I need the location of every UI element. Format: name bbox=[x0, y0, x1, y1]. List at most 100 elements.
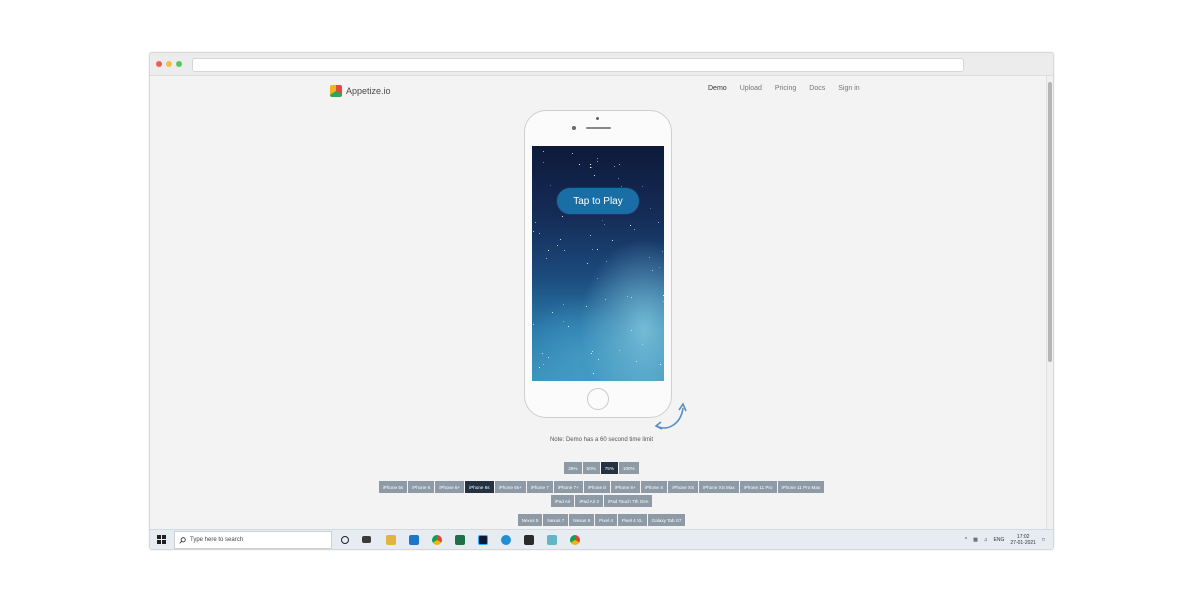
device-iphone-6s[interactable]: iPhone 6s bbox=[465, 481, 494, 493]
star bbox=[626, 296, 628, 298]
star bbox=[533, 323, 535, 325]
file-explorer-icon[interactable] bbox=[386, 535, 396, 545]
zoom-75-button[interactable]: 75% bbox=[600, 462, 618, 474]
system-tray: ^ ▩ ♫ ENG 17:02 27-01-2021 □ bbox=[965, 534, 1045, 546]
earpiece-speaker bbox=[586, 127, 611, 129]
star bbox=[542, 162, 544, 164]
star bbox=[586, 306, 588, 307]
star bbox=[605, 299, 607, 301]
star bbox=[629, 225, 631, 227]
star bbox=[641, 185, 643, 187]
device-iphone-11-pro-max[interactable]: iPhone 11 Pro Max bbox=[777, 481, 825, 493]
mail-icon[interactable] bbox=[409, 535, 419, 545]
star bbox=[650, 208, 652, 210]
device-ipad-air[interactable]: iPad Air bbox=[550, 495, 575, 507]
nav-upload[interactable]: Upload bbox=[740, 85, 762, 92]
nav-sign-in[interactable]: Sign in bbox=[838, 85, 859, 92]
device-iphone-8-plus[interactable]: iPhone 8+ bbox=[610, 481, 640, 493]
snipping-tool-icon[interactable] bbox=[547, 535, 557, 545]
star bbox=[648, 256, 650, 258]
device-iphone-6-plus[interactable]: iPhone 6+ bbox=[435, 481, 465, 493]
site-header: Appetize.io Demo Upload Pricing Docs Sig… bbox=[150, 76, 1053, 106]
device-iphone-xs[interactable]: iPhone XS bbox=[668, 481, 699, 493]
rotate-device-icon[interactable] bbox=[653, 398, 689, 434]
device-pixel-4-xl[interactable]: Pixel 4 XL bbox=[617, 514, 647, 526]
star bbox=[593, 175, 595, 177]
windows-start-icon[interactable] bbox=[157, 535, 167, 545]
device-nexus-9[interactable]: Nexus 9 bbox=[569, 514, 595, 526]
device-nexus-7[interactable]: Nexus 7 bbox=[543, 514, 569, 526]
star bbox=[546, 258, 548, 260]
star bbox=[590, 353, 592, 355]
star bbox=[641, 344, 643, 346]
device-iphone-7-plus[interactable]: iPhone 7+ bbox=[553, 481, 583, 493]
device-iphone-7[interactable]: iPhone 7 bbox=[526, 481, 553, 493]
taskbar-search-box[interactable]: Type here to search bbox=[174, 531, 332, 549]
edge-icon[interactable] bbox=[501, 535, 511, 545]
tap-to-play-button[interactable]: Tap to Play bbox=[557, 188, 639, 214]
device-frame: Tap to Play bbox=[524, 110, 672, 418]
star bbox=[618, 164, 620, 165]
site-logo[interactable]: Appetize.io bbox=[330, 81, 391, 101]
chrome-active-icon[interactable] bbox=[570, 535, 580, 545]
star bbox=[532, 230, 534, 232]
excel-icon[interactable] bbox=[455, 535, 465, 545]
device-row-iphone: iPhone 5s iPhone 6 iPhone 6+ iPhone 6s i… bbox=[150, 481, 1053, 493]
star bbox=[579, 164, 581, 166]
device-iphone-6[interactable]: iPhone 6 bbox=[408, 481, 435, 493]
maximize-window-button[interactable] bbox=[176, 61, 182, 67]
star bbox=[542, 150, 544, 152]
star bbox=[586, 262, 588, 264]
device-ipod-touch-7th-gen[interactable]: iPad Touch 7th Gen bbox=[604, 495, 653, 507]
photoshop-icon[interactable] bbox=[478, 535, 488, 545]
address-bar[interactable] bbox=[192, 58, 964, 72]
chevron-up-icon[interactable]: ^ bbox=[965, 537, 967, 543]
device-iphone-5s[interactable]: iPhone 5s bbox=[378, 481, 408, 493]
device-iphone-x[interactable]: iPhone X bbox=[640, 481, 668, 493]
network-icon[interactable]: ▩ bbox=[973, 537, 978, 543]
notifications-icon[interactable]: □ bbox=[1042, 537, 1045, 543]
nav-docs[interactable]: Docs bbox=[809, 85, 825, 92]
minimize-window-button[interactable] bbox=[166, 61, 172, 67]
star bbox=[592, 351, 594, 352]
device-nexus-5[interactable]: Nexus 5 bbox=[517, 514, 543, 526]
nav-pricing[interactable]: Pricing bbox=[775, 85, 796, 92]
search-icon bbox=[179, 536, 186, 544]
star bbox=[658, 222, 660, 224]
sticky-app-icon[interactable] bbox=[524, 535, 534, 545]
browser-titlebar bbox=[150, 53, 1053, 76]
device-ipad-air-2[interactable]: iPad Air 2 bbox=[575, 495, 604, 507]
star bbox=[564, 250, 566, 252]
scrollbar-thumb[interactable] bbox=[1048, 82, 1052, 362]
star bbox=[542, 363, 544, 365]
page-scrollbar[interactable] bbox=[1046, 76, 1053, 529]
search-placeholder: Type here to search bbox=[190, 537, 244, 543]
zoom-25-button[interactable]: 25% bbox=[564, 462, 582, 474]
home-button[interactable] bbox=[587, 388, 609, 410]
top-nav: Demo Upload Pricing Docs Sign in bbox=[708, 85, 860, 92]
device-pixel-4[interactable]: Pixel 4 bbox=[595, 514, 617, 526]
language-indicator[interactable]: ENG bbox=[994, 537, 1005, 543]
zoom-50-button[interactable]: 50% bbox=[582, 462, 600, 474]
device-iphone-xs-max[interactable]: iPhone XS Max bbox=[699, 481, 739, 493]
device-iphone-6s-plus[interactable]: iPhone 6s+ bbox=[494, 481, 526, 493]
device-galaxy-tab-s7[interactable]: Galaxy Tab S7 bbox=[647, 514, 686, 526]
nav-demo[interactable]: Demo bbox=[708, 85, 727, 92]
volume-icon[interactable]: ♫ bbox=[984, 537, 988, 543]
zoom-controls: 25% 50% 75% 100% bbox=[150, 462, 1053, 474]
device-iphone-8[interactable]: iPhone 8 bbox=[583, 481, 610, 493]
star bbox=[635, 361, 637, 362]
star bbox=[621, 185, 623, 187]
star bbox=[557, 244, 558, 246]
star bbox=[560, 238, 562, 240]
device-iphone-11-pro[interactable]: iPhone 11 Pro bbox=[739, 481, 777, 493]
device-screen[interactable]: Tap to Play bbox=[532, 146, 664, 381]
close-window-button[interactable] bbox=[156, 61, 162, 67]
chrome-icon[interactable] bbox=[432, 535, 442, 545]
star bbox=[619, 350, 621, 352]
task-view-icon[interactable] bbox=[362, 536, 371, 543]
clock[interactable]: 17:02 27-01-2021 bbox=[1010, 534, 1036, 546]
star bbox=[659, 363, 661, 365]
zoom-100-button[interactable]: 100% bbox=[618, 462, 639, 474]
cortana-icon[interactable] bbox=[341, 536, 349, 544]
